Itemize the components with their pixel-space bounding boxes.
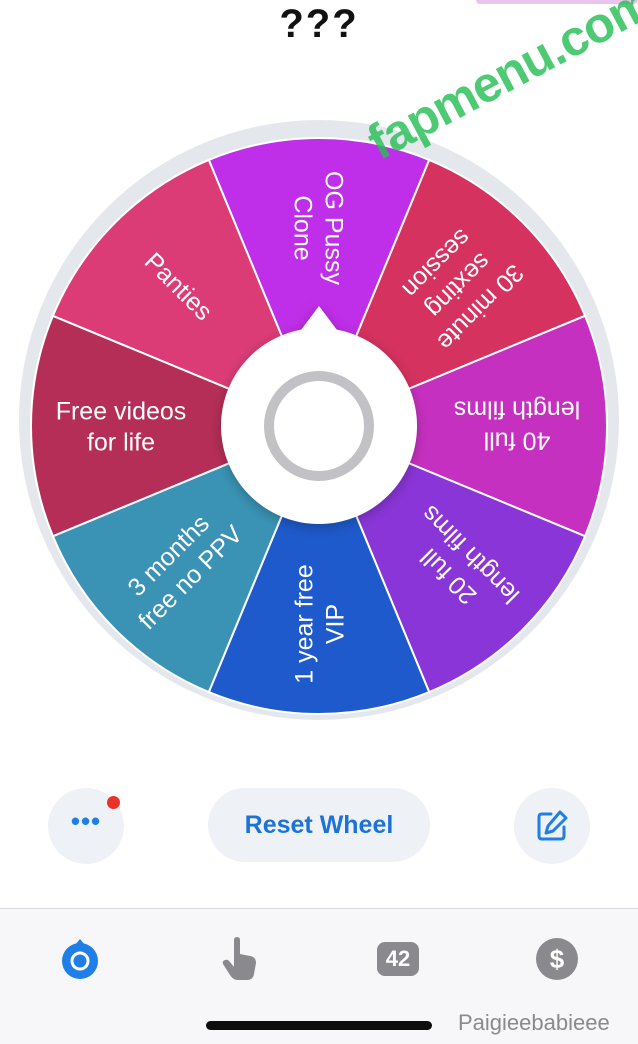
prize-wheel[interactable]: OG PussyClone30 minutesextingsession40 f…	[0, 120, 638, 720]
wheel-tab-icon	[62, 939, 98, 979]
tab-count[interactable]: 42	[368, 929, 428, 989]
notification-dot	[107, 796, 120, 809]
dollar-icon: $	[536, 938, 578, 980]
edit-button[interactable]	[514, 788, 590, 864]
more-dots-icon: •••	[70, 806, 102, 836]
home-indicator	[206, 1021, 432, 1030]
reset-wheel-button[interactable]: Reset Wheel	[208, 788, 430, 862]
tab-wheel[interactable]	[50, 929, 110, 989]
username-watermark: Paigieebabieee	[458, 1010, 610, 1035]
more-options-button[interactable]: •••	[48, 788, 124, 864]
hand-pointer-icon	[222, 937, 256, 980]
count-badge: 42	[376, 942, 420, 976]
tab-payments[interactable]: $	[527, 929, 587, 989]
tab-tap[interactable]	[210, 929, 270, 989]
edit-icon	[537, 810, 568, 841]
